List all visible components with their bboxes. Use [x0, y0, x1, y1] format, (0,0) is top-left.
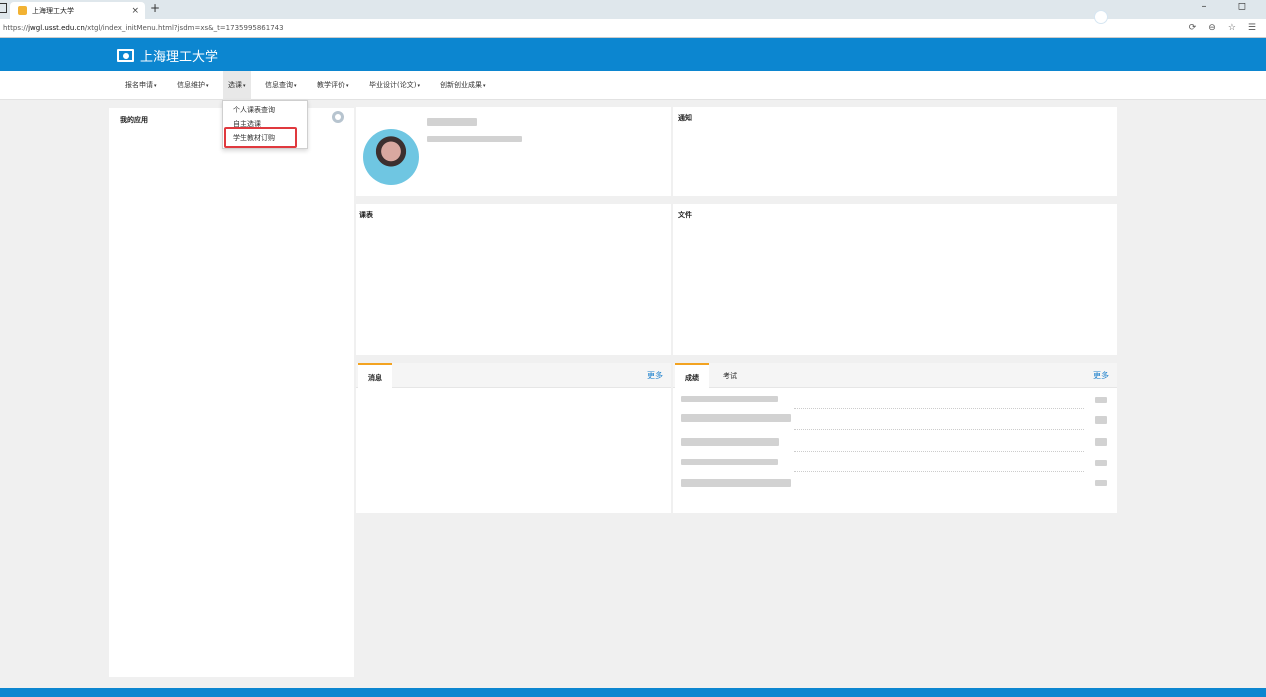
user-avatar-icon[interactable] [1094, 10, 1108, 24]
my-apps-title: 我的应用 [120, 116, 148, 124]
schedule-panel: 课表 [356, 204, 671, 355]
nav-item-info-maintain[interactable]: 信息维护▾ [172, 71, 214, 100]
window-controls[interactable]: – ◻ [1202, 1, 1260, 12]
grades-more-link[interactable]: 更多 [1093, 370, 1109, 381]
school-logo[interactable]: 上海理工大学 [117, 46, 218, 65]
address-bar[interactable]: https://jwgl.usst.edu.cn/xtgl/index_init… [0, 19, 1266, 38]
monitor-logo-icon [117, 49, 134, 62]
browser-tab[interactable]: 上海理工大学 × [10, 2, 145, 19]
row-divider [794, 429, 1084, 430]
notice-title: 通知 [678, 114, 692, 122]
gear-icon[interactable] [332, 111, 344, 123]
new-tab-icon[interactable]: + [150, 1, 160, 15]
favorites-list-icon[interactable]: ☰ [1248, 23, 1256, 33]
grade-row-redacted [681, 479, 791, 487]
my-apps-panel: 我的应用 [109, 108, 354, 677]
grade-row-redacted [681, 396, 778, 402]
row-divider [794, 451, 1084, 452]
main-nav: 报名申请▾ 信息维护▾ 选课▾ 信息查询▾ 教学评价▾ 毕业设计(论文)▾ 创新… [0, 71, 1266, 100]
tab-exams[interactable]: 考试 [713, 363, 747, 389]
files-title: 文件 [678, 211, 692, 219]
nav-item-registration[interactable]: 报名申请▾ [120, 71, 162, 100]
student-name-redacted [427, 118, 477, 126]
browser-tab-bar: 上海理工大学 × + – ◻ [0, 0, 1266, 19]
caret-down-icon: ▾ [206, 83, 209, 89]
grade-score-redacted [1095, 480, 1107, 486]
nav-item-innovation[interactable]: 创新创业成果▾ [435, 71, 491, 100]
caret-down-icon: ▾ [346, 83, 349, 89]
caret-down-icon: ▾ [483, 83, 486, 89]
zoom-icon[interactable]: ⊖ [1208, 23, 1216, 33]
menu-item-personal-schedule[interactable]: 个人课表查询 [233, 105, 275, 115]
student-info-redacted [427, 136, 522, 142]
grade-score-redacted [1095, 460, 1107, 466]
sidebar-toggle-icon[interactable] [0, 3, 7, 13]
messages-panel: 消息 更多 [356, 363, 671, 513]
site-footer [0, 688, 1266, 697]
tab-messages[interactable]: 消息 [358, 363, 392, 389]
schedule-title: 课表 [359, 211, 373, 219]
row-divider [794, 471, 1084, 472]
grades-tabs: 成绩 考试 更多 [673, 363, 1117, 389]
row-divider [794, 408, 1084, 409]
caret-down-icon: ▾ [417, 83, 420, 89]
highlight-box [224, 127, 297, 148]
messages-more-link[interactable]: 更多 [647, 370, 663, 381]
grade-row-redacted [681, 438, 779, 446]
favorite-star-icon[interactable]: ☆ [1228, 23, 1236, 33]
caret-down-icon: ▾ [154, 83, 157, 89]
browser-tab-title: 上海理工大学 [32, 6, 74, 15]
nav-item-info-query[interactable]: 信息查询▾ [260, 71, 302, 100]
grade-score-redacted [1095, 416, 1107, 424]
nav-item-course-select[interactable]: 选课▾ [223, 71, 251, 100]
nav-item-graduation-design[interactable]: 毕业设计(论文)▾ [364, 71, 425, 100]
tab-grades[interactable]: 成绩 [675, 363, 709, 389]
files-panel: 文件 [673, 204, 1117, 355]
student-photo [363, 129, 419, 185]
caret-down-icon: ▾ [294, 83, 297, 89]
refresh-icon[interactable]: ⟳ [1189, 23, 1197, 33]
grade-row-redacted [681, 459, 778, 465]
site-header: 上海理工大学 [0, 38, 1266, 71]
grade-row-redacted [681, 414, 791, 422]
close-tab-icon[interactable]: × [131, 6, 139, 16]
notice-panel: 通知 [673, 107, 1117, 196]
url-text[interactable]: https://jwgl.usst.edu.cn/xtgl/index_init… [0, 24, 1189, 32]
site-favicon-icon [18, 6, 27, 15]
messages-tabs: 消息 更多 [356, 363, 671, 389]
nav-item-teaching-eval[interactable]: 教学评价▾ [312, 71, 354, 100]
grade-score-redacted [1095, 397, 1107, 403]
school-name: 上海理工大学 [140, 50, 219, 65]
caret-down-icon: ▾ [243, 83, 246, 89]
grade-score-redacted [1095, 438, 1107, 446]
